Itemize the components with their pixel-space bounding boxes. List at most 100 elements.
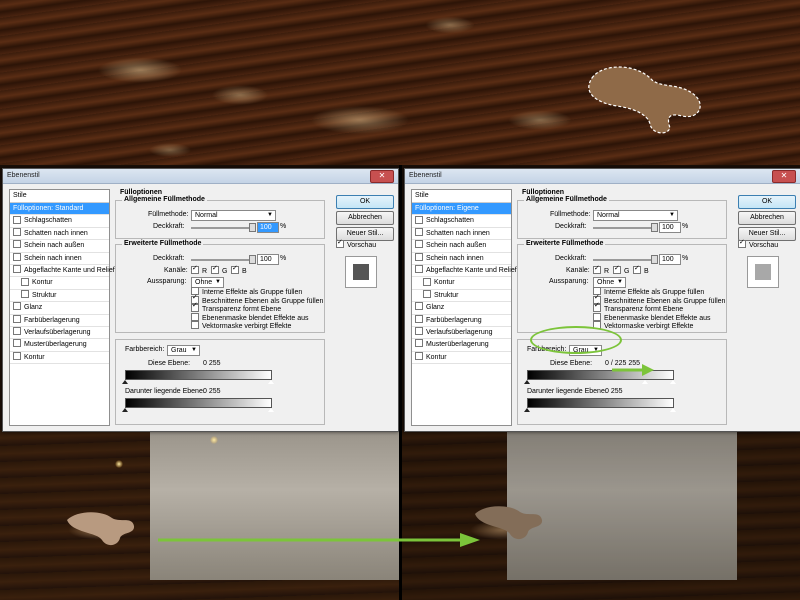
- style-item[interactable]: Kontur: [412, 351, 511, 365]
- checkbox-icon[interactable]: [13, 327, 21, 336]
- style-item[interactable]: Verlaufsüberlagerung: [412, 327, 511, 340]
- opacity-slider[interactable]: [593, 227, 655, 229]
- preview-checkbox[interactable]: Vorschau: [336, 238, 376, 249]
- white-slider-icon[interactable]: [670, 408, 676, 412]
- option-checkbox[interactable]: Vektormaske verbirgt Effekte: [593, 321, 725, 331]
- black-slider-icon[interactable]: [524, 408, 530, 412]
- opacity-slider-thumb[interactable]: [249, 223, 256, 232]
- option-checkbox[interactable]: Transparenz formt Ebene: [191, 302, 323, 314]
- black-slider-icon[interactable]: [524, 380, 530, 384]
- style-item[interactable]: Schlagschatten: [10, 215, 109, 228]
- ok-button[interactable]: OK: [336, 195, 394, 209]
- fill-opacity-input[interactable]: 100: [257, 254, 279, 265]
- checkbox-icon[interactable]: [21, 289, 29, 298]
- fill-opacity-slider-thumb[interactable]: [249, 255, 256, 264]
- style-item[interactable]: Abgeflachte Kante und Relief: [10, 265, 115, 278]
- checkbox-icon[interactable]: [415, 351, 423, 360]
- style-item[interactable]: Fülloptionen: Standard: [10, 203, 109, 216]
- style-item[interactable]: Glanz: [10, 302, 109, 315]
- option-checkbox[interactable]: Interne Effekte als Gruppe füllen: [191, 287, 323, 297]
- white-slider-left-half-icon[interactable]: [642, 380, 648, 384]
- fill-opacity-slider[interactable]: [191, 259, 253, 261]
- white-slider-icon[interactable]: [268, 380, 274, 384]
- style-item[interactable]: Struktur: [10, 289, 109, 303]
- ok-button[interactable]: OK: [738, 195, 796, 209]
- style-item[interactable]: Kontur: [10, 351, 109, 365]
- style-item[interactable]: Verlaufsüberlagerung: [10, 327, 109, 340]
- option-checkbox[interactable]: Ebenenmaske blendet Effekte aus: [191, 312, 323, 323]
- style-item[interactable]: Schein nach außen: [412, 240, 511, 253]
- style-item[interactable]: Schlagschatten: [412, 215, 511, 228]
- checkbox-icon[interactable]: [13, 302, 21, 311]
- style-item[interactable]: Struktur: [412, 289, 511, 303]
- white-slider-icon[interactable]: [670, 380, 676, 384]
- blend-mode-select[interactable]: Normal ▼: [593, 210, 678, 221]
- close-icon[interactable]: ✕: [370, 170, 394, 183]
- channel-g-checkbox[interactable]: G: [613, 264, 629, 275]
- option-checkbox[interactable]: Interne Effekte als Gruppe füllen: [593, 287, 725, 297]
- opacity-slider[interactable]: [191, 227, 253, 229]
- style-item[interactable]: Schatten nach innen: [412, 227, 511, 241]
- checkbox-icon[interactable]: [13, 252, 21, 261]
- black-slider-icon[interactable]: [122, 408, 128, 412]
- checkbox-icon[interactable]: [415, 252, 423, 261]
- checkbox-icon[interactable]: [415, 215, 423, 224]
- style-item[interactable]: Abgeflachte Kante und Relief: [412, 265, 517, 278]
- channel-b-checkbox[interactable]: B: [231, 264, 247, 275]
- cancel-button[interactable]: Abbrechen: [738, 211, 796, 225]
- channel-g-checkbox[interactable]: G: [211, 264, 227, 275]
- style-item[interactable]: Schatten nach innen: [10, 227, 109, 241]
- style-item[interactable]: Musterüberlagerung: [10, 339, 109, 352]
- fill-opacity-slider-thumb[interactable]: [651, 255, 658, 264]
- style-item[interactable]: Schein nach innen: [10, 252, 109, 265]
- style-item[interactable]: Fülloptionen: Eigene: [412, 203, 511, 216]
- option-checkbox[interactable]: Transparenz formt Ebene: [593, 302, 725, 314]
- checkbox-icon[interactable]: [21, 277, 29, 286]
- checkbox-icon[interactable]: [415, 265, 423, 274]
- checkbox-icon[interactable]: [13, 240, 21, 249]
- opacity-input[interactable]: 100: [659, 222, 681, 233]
- checkbox-icon[interactable]: [415, 314, 423, 323]
- blend-if-select[interactable]: Grau ▼: [167, 345, 200, 356]
- channel-r-checkbox[interactable]: R: [191, 264, 207, 275]
- cancel-button[interactable]: Abbrechen: [336, 211, 394, 225]
- style-item[interactable]: Kontur: [10, 277, 109, 290]
- new-style-button[interactable]: Neuer Stil...: [738, 227, 796, 241]
- style-item[interactable]: Musterüberlagerung: [412, 339, 511, 352]
- checkbox-icon[interactable]: [415, 227, 423, 236]
- style-item[interactable]: Schein nach außen: [10, 240, 109, 253]
- blend-mode-select[interactable]: Normal ▼: [191, 210, 276, 221]
- checkbox-icon[interactable]: [415, 327, 423, 336]
- checkbox-icon[interactable]: [13, 339, 21, 348]
- option-checkbox[interactable]: Vektormaske verbirgt Effekte: [191, 321, 323, 331]
- checkbox-icon[interactable]: [415, 240, 423, 249]
- option-checkbox[interactable]: Beschnittene Ebenen als Gruppe füllen: [191, 294, 323, 306]
- style-item[interactable]: Schein nach innen: [412, 252, 511, 265]
- checkbox-icon[interactable]: [13, 351, 21, 360]
- new-style-button[interactable]: Neuer Stil...: [336, 227, 394, 241]
- checkbox-icon[interactable]: [13, 227, 21, 236]
- fill-opacity-input[interactable]: 100: [659, 254, 681, 265]
- black-slider-icon[interactable]: [122, 380, 128, 384]
- checkbox-icon[interactable]: [13, 215, 21, 224]
- option-checkbox[interactable]: Beschnittene Ebenen als Gruppe füllen: [593, 294, 725, 306]
- channel-b-checkbox[interactable]: B: [633, 264, 649, 275]
- option-checkbox[interactable]: Ebenenmaske blendet Effekte aus: [593, 312, 725, 323]
- style-item[interactable]: Kontur: [412, 277, 511, 290]
- preview-checkbox[interactable]: Vorschau: [738, 238, 778, 249]
- opacity-slider-thumb[interactable]: [651, 223, 658, 232]
- style-item[interactable]: Farbüberlagerung: [412, 314, 511, 327]
- close-icon[interactable]: ✕: [772, 170, 796, 183]
- checkbox-icon[interactable]: [415, 302, 423, 311]
- channel-r-checkbox[interactable]: R: [593, 264, 609, 275]
- checkbox-icon[interactable]: [423, 277, 431, 286]
- style-item[interactable]: Farbüberlagerung: [10, 314, 109, 327]
- checkbox-icon[interactable]: [415, 339, 423, 348]
- checkbox-icon[interactable]: [13, 314, 21, 323]
- checkbox-icon[interactable]: [423, 289, 431, 298]
- opacity-input[interactable]: 100: [257, 222, 279, 233]
- style-item[interactable]: Glanz: [412, 302, 511, 315]
- checkbox-icon[interactable]: [13, 265, 21, 274]
- fill-opacity-slider[interactable]: [593, 259, 655, 261]
- white-slider-icon[interactable]: [268, 408, 274, 412]
